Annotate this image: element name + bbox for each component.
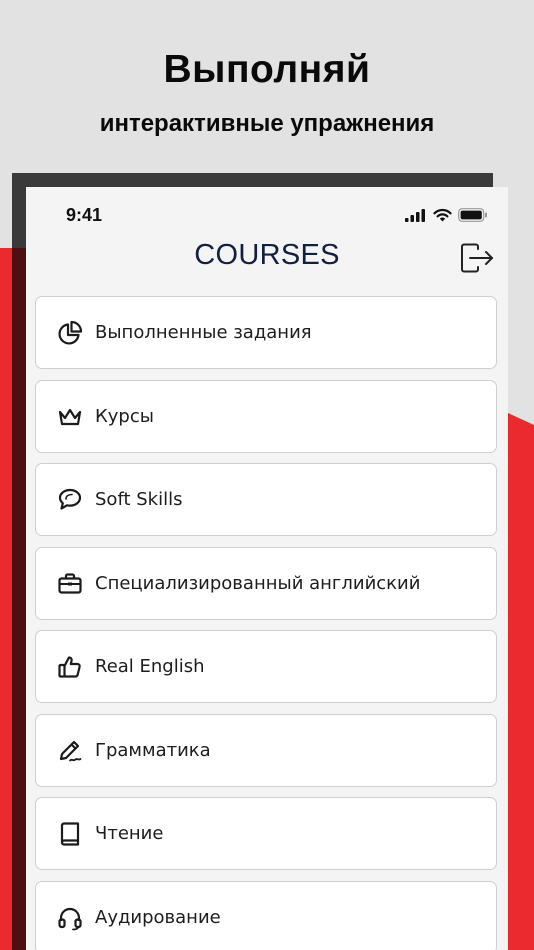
menu-item-specialized-english[interactable]: Специализированный английский [35,546,497,620]
signal-icon [405,208,427,227]
pencil-icon [57,738,83,764]
briefcase-icon [57,571,83,597]
wifi-icon [433,208,452,227]
crown-icon [57,404,83,430]
menu-item-label: Real English [95,656,205,677]
menu-item-soft-skills[interactable]: Soft Skills [35,463,497,536]
phone-frame-edge [12,248,26,950]
menu-item-label: Выполненные задания [95,322,312,343]
battery-icon [458,208,488,227]
menu-item-real-english[interactable]: Real English [35,630,497,703]
menu-item-completed-tasks[interactable]: Выполненные задания [35,296,497,369]
status-time: 9:41 [66,205,103,225]
logout-icon [460,243,494,277]
promo-subtitle: интерактивные упражнения [99,110,435,137]
menu-item-listening[interactable]: Аудирование [35,880,497,950]
pie-chart-icon [57,320,83,346]
menu-item-courses[interactable]: Курсы [35,379,497,453]
menu-item-label: Специализированный английский [95,572,421,594]
menu-item-label: Аудирование [95,906,221,928]
menu-item-label: Soft Skills [95,489,183,510]
page-title: COURSES [194,239,340,271]
headphones-icon [57,905,83,931]
menu-item-grammar[interactable]: Грамматика [35,713,497,787]
thumbs-up-icon [57,654,83,680]
logout-button[interactable] [460,243,494,273]
status-icons [405,208,488,227]
menu-item-label: Чтение [95,823,164,844]
courses-menu: Выполненные задания Курсы Soft Skills Сп… [35,296,497,950]
phone-screen: 9:41 COURSES Выполненные задания Курсы S… [26,187,508,950]
menu-item-label: Грамматика [95,739,211,761]
promo-title: Выполняй [163,48,371,91]
menu-item-label: Курсы [95,405,154,427]
chat-bubbles-icon [57,487,83,513]
menu-item-reading[interactable]: Чтение [35,797,497,870]
book-icon [57,821,83,847]
status-bar: 9:41 [26,187,508,243]
